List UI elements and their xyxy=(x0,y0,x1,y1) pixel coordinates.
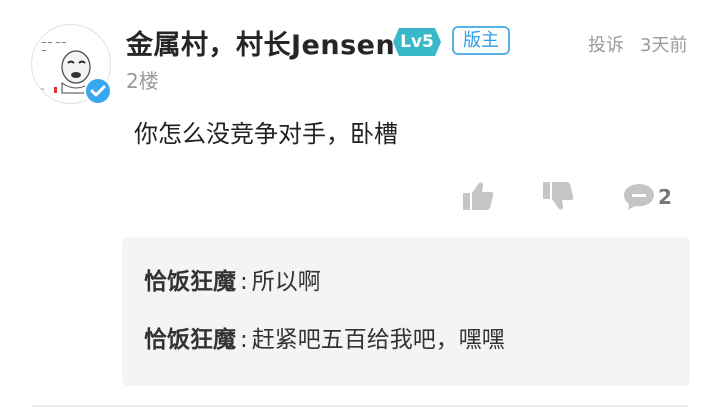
like-button[interactable] xyxy=(461,180,495,212)
thumbs-down-icon xyxy=(543,182,574,210)
reply-author[interactable]: 恰饭狂魔 xyxy=(144,327,236,353)
floor-number: 2楼 xyxy=(126,69,159,93)
comment-bubble-icon xyxy=(624,184,654,210)
reply-separator: : xyxy=(240,327,248,353)
owner-badge: 版主 xyxy=(452,26,510,55)
level-badge: Lv5 xyxy=(392,27,442,57)
verified-check-icon xyxy=(84,77,112,105)
svg-text:~: ~ xyxy=(40,86,45,93)
svg-text:~: ~ xyxy=(41,47,47,55)
reply-button[interactable] xyxy=(622,182,656,212)
level-text: Lv5 xyxy=(400,32,434,52)
divider xyxy=(31,405,688,407)
reply-text: 赶紧吧五百给我吧，嘿嘿 xyxy=(251,327,505,353)
username[interactable]: 金属村，村长Jensen xyxy=(126,23,395,62)
comment-text: 你怎么没竞争对手，卧槽 xyxy=(134,120,398,148)
replies-box: 恰饭狂魔: 所以啊 恰饭狂魔: 赶紧吧五百给我吧，嘿嘿 xyxy=(122,237,690,386)
thumbs-up-icon xyxy=(463,182,494,210)
reply-item[interactable]: 恰饭狂魔: 赶紧吧五百给我吧，嘿嘿 xyxy=(144,320,505,354)
timestamp: 3天前 xyxy=(640,35,688,56)
svg-text:~~ ~~: ~~ ~~ xyxy=(41,39,67,47)
reply-author[interactable]: 恰饭狂魔 xyxy=(144,269,236,295)
reply-item[interactable]: 恰饭狂魔: 所以啊 xyxy=(144,262,321,296)
reply-count: 2 xyxy=(658,185,672,209)
report-link[interactable]: 投诉 xyxy=(588,31,624,57)
reply-text: 所以啊 xyxy=(251,269,321,295)
dislike-button[interactable] xyxy=(541,180,575,212)
reply-separator: : xyxy=(240,269,248,295)
avatar[interactable]: ~~ ~~ ~ ~ xyxy=(31,24,112,105)
